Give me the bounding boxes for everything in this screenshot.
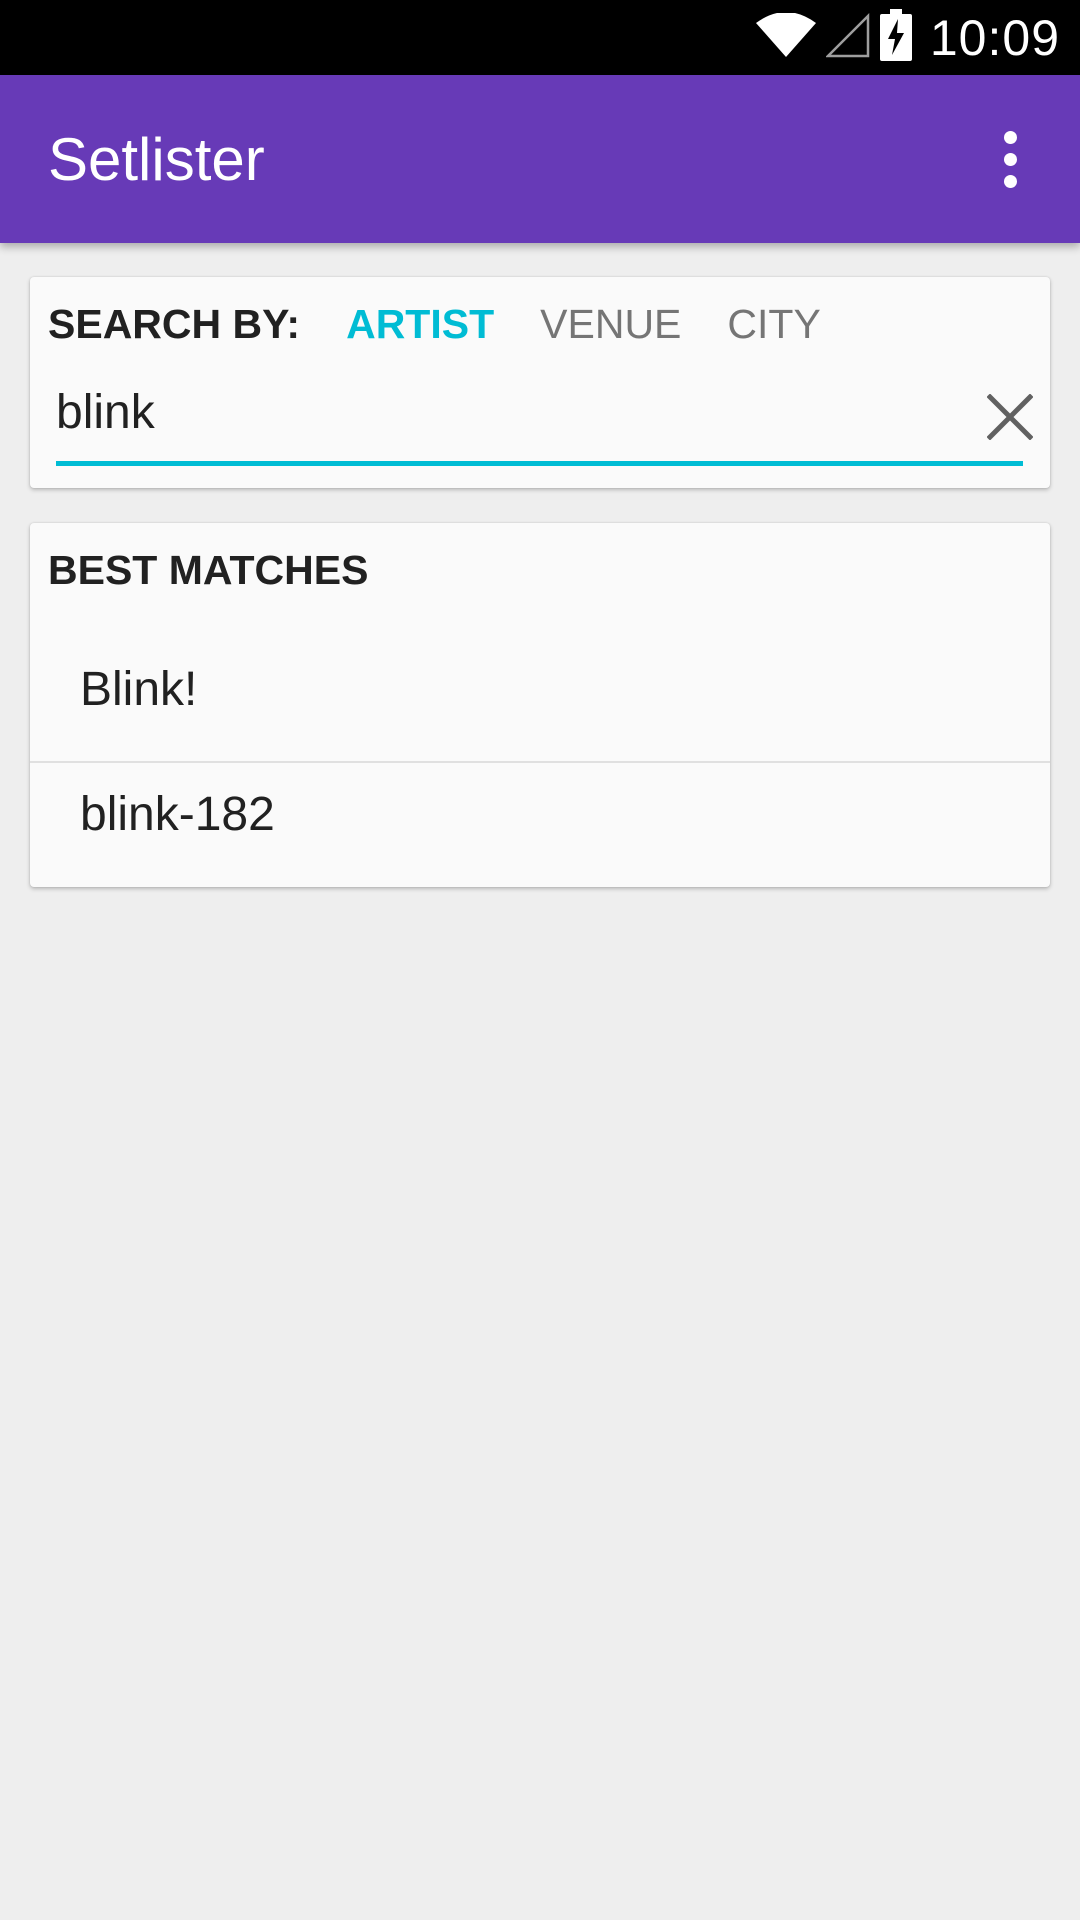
app-bar: Setlister — [0, 75, 1080, 243]
app-title: Setlister — [48, 125, 265, 193]
search-by-label: SEARCH BY: — [48, 301, 301, 347]
tab-venue[interactable]: VENUE — [540, 301, 681, 348]
status-bar: 10:09 — [0, 0, 1080, 75]
result-item-blink-182[interactable]: blink-182 — [30, 742, 1050, 887]
battery-charging-icon — [879, 9, 912, 66]
more-options-button[interactable] — [960, 109, 1060, 209]
results-card: BEST MATCHES Blink! blink-182 — [30, 523, 1050, 887]
wifi-icon — [755, 12, 816, 62]
search-underline — [56, 461, 1023, 466]
tab-artist[interactable]: ARTIST — [346, 301, 494, 348]
search-by-row: SEARCH BY: ARTIST VENUE CITY — [48, 277, 867, 372]
search-card: SEARCH BY: ARTIST VENUE CITY — [30, 277, 1050, 488]
status-icons: 10:09 — [755, 0, 1060, 75]
search-input[interactable] — [56, 372, 956, 452]
status-clock: 10:09 — [929, 9, 1060, 66]
tab-city[interactable]: CITY — [727, 301, 820, 348]
best-matches-header: BEST MATCHES — [48, 547, 369, 593]
clear-search-button[interactable] — [980, 387, 1040, 447]
cell-signal-icon — [824, 12, 870, 63]
more-vert-icon — [1003, 130, 1017, 144]
close-icon — [987, 394, 1033, 440]
